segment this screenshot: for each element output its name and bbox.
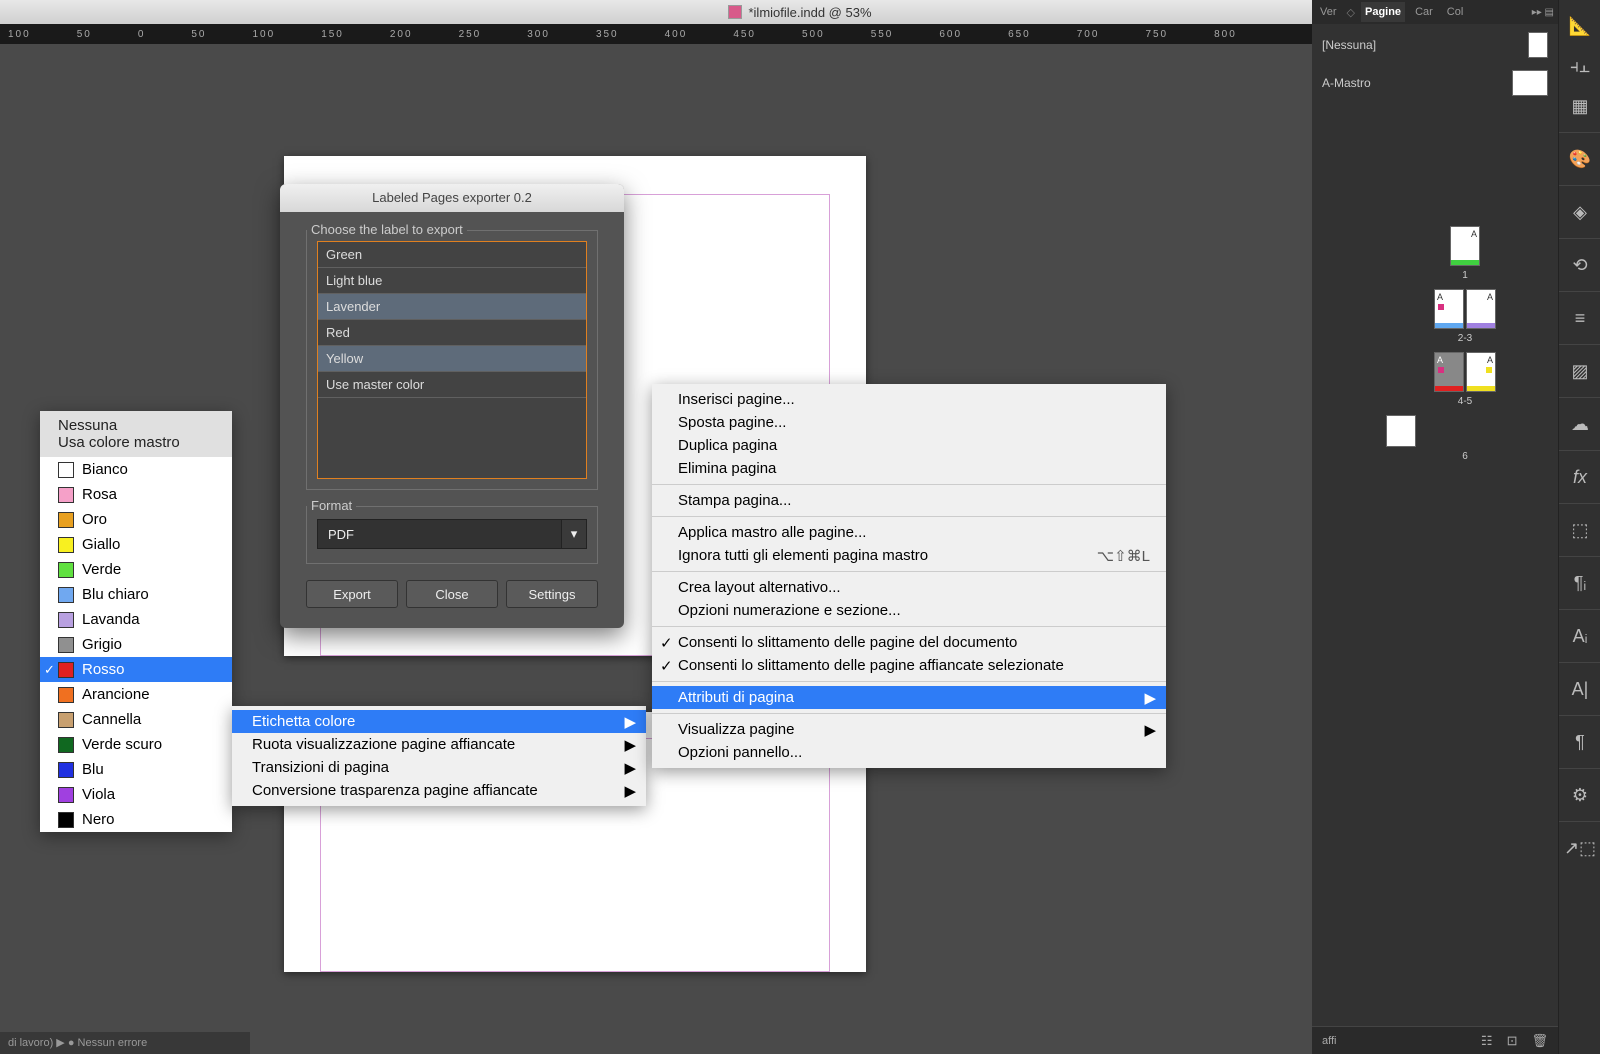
panel-expand-icon[interactable]: ▸▸ ▤ (1532, 7, 1554, 18)
label-row[interactable]: Green (318, 242, 586, 268)
page-thumb-2[interactable]: A (1434, 289, 1464, 329)
color-item[interactable]: Arancione (40, 682, 232, 707)
ctx-item[interactable]: ✓Consenti lo slittamento delle pagine de… (652, 631, 1166, 654)
panel-footer: affi ☷ ⊡ 🗑 (1312, 1026, 1558, 1054)
color-item[interactable]: Blu chiaro (40, 582, 232, 607)
stroke-icon[interactable]: ≡ (1559, 298, 1600, 338)
ctx-item[interactable]: Crea layout alternativo... (652, 576, 1166, 599)
master-a[interactable]: A-Mastro (1322, 70, 1548, 96)
edit-page-icon[interactable]: ☷ (1481, 1033, 1493, 1049)
page-thumb-1[interactable]: A (1450, 226, 1480, 266)
close-button[interactable]: Close (406, 580, 498, 608)
ctx-item[interactable]: Attributi di pagina▶ (652, 686, 1166, 709)
status-bar: di lavoro) ▶ ● Nessun errore (0, 1032, 250, 1054)
ctx-item[interactable]: Opzioni numerazione e sezione... (652, 599, 1166, 622)
fieldset-label: Choose the label to export (307, 222, 467, 237)
object-icon[interactable]: ⬚ (1559, 510, 1600, 550)
format-select[interactable]: PDF (317, 519, 587, 549)
ctx-item[interactable]: Opzioni pannello... (652, 741, 1166, 764)
tab-ver[interactable]: Ver (1316, 2, 1341, 22)
color-item[interactable]: Verde scuro (40, 732, 232, 757)
label-row[interactable]: Lavender (318, 294, 586, 320)
links-icon[interactable]: ⟲ (1559, 245, 1600, 285)
gradient-icon[interactable]: ▨ (1559, 351, 1600, 391)
export-icon[interactable]: ↗⬚ (1559, 828, 1600, 868)
ctx-item[interactable]: Ignora tutti gli elementi pagina mastro⌥… (652, 544, 1166, 567)
label-row[interactable]: Yellow (318, 346, 586, 372)
submenu-item[interactable]: Ruota visualizzazione pagine affiancate▶ (232, 733, 646, 756)
window-title: *ilmiofile.indd @ 53% (748, 5, 871, 20)
color-item[interactable]: Lavanda (40, 607, 232, 632)
ctx-item[interactable]: Applica mastro alle pagine... (652, 521, 1166, 544)
page-thumb-6[interactable] (1386, 415, 1416, 447)
ctx-item[interactable]: ✓Consenti lo slittamento delle pagine af… (652, 654, 1166, 677)
pages-panel: Ver ◇ Pagine Car Col ▸▸ ▤ [Nessuna] A-Ma… (1312, 0, 1558, 1054)
color-icon[interactable]: 🎨 (1559, 139, 1600, 179)
color-menu-header[interactable]: NessunaUsa colore mastro (40, 411, 232, 457)
color-item[interactable]: Grigio (40, 632, 232, 657)
delete-page-icon[interactable]: 🗑 (1531, 1033, 1548, 1049)
layers-icon[interactable]: ◈ (1559, 192, 1600, 232)
page-thumb-5[interactable]: A (1466, 352, 1496, 392)
paragraph-icon[interactable]: ¶ (1559, 722, 1600, 762)
labels-listbox[interactable]: GreenLight blueLavenderRedYellowUse mast… (317, 241, 587, 479)
color-item[interactable]: Blu (40, 757, 232, 782)
right-toolbar: 📐 ⫞⫠ ▦ 🎨 ◈ ⟲ ≡ ▨ ☁ fx ⬚ ¶ᵢ Aᵢ A| ¶ ⚙ ↗⬚ (1558, 0, 1600, 1054)
ctx-item[interactable]: Inserisci pagine... (652, 388, 1166, 411)
ctx-item[interactable]: Stampa pagina... (652, 489, 1166, 512)
panel-tabs: Ver ◇ Pagine Car Col ▸▸ ▤ (1312, 0, 1558, 24)
ctx-item[interactable]: Sposta pagine... (652, 411, 1166, 434)
exporter-dialog: Labeled Pages exporter 0.2 Choose the la… (280, 184, 624, 628)
grid-icon[interactable]: ▦ (1559, 86, 1600, 126)
cc-icon[interactable]: ☁ (1559, 404, 1600, 444)
tab-car[interactable]: Car (1411, 2, 1437, 22)
color-item[interactable]: Bianco (40, 457, 232, 482)
document-icon (728, 5, 742, 19)
page-thumb-3[interactable]: A (1466, 289, 1496, 329)
export-button[interactable]: Export (306, 580, 398, 608)
color-item[interactable]: Rosa (40, 482, 232, 507)
color-item[interactable]: Cannella (40, 707, 232, 732)
character-icon[interactable]: A| (1559, 669, 1600, 709)
color-item[interactable]: Verde (40, 557, 232, 582)
page-thumb-4[interactable]: A (1434, 352, 1464, 392)
char-styles-icon[interactable]: Aᵢ (1559, 616, 1600, 656)
color-item[interactable]: Oro (40, 507, 232, 532)
color-item[interactable]: Nero (40, 807, 232, 832)
color-item[interactable]: Rosso (40, 657, 232, 682)
fx-icon[interactable]: fx (1559, 457, 1600, 497)
ctx-item[interactable]: Elimina pagina (652, 457, 1166, 480)
ruler-icon[interactable]: 📐 (1559, 6, 1600, 46)
color-label-menu: NessunaUsa colore mastroBiancoRosaOroGia… (40, 411, 232, 832)
submenu-item[interactable]: Etichetta colore▶ (232, 710, 646, 733)
format-label: Format (307, 498, 356, 513)
color-item[interactable]: Viola (40, 782, 232, 807)
dialog-title: Labeled Pages exporter 0.2 (280, 184, 624, 212)
scripts-icon[interactable]: ⚙ (1559, 775, 1600, 815)
label-row[interactable]: Red (318, 320, 586, 346)
label-row[interactable]: Use master color (318, 372, 586, 398)
ctx-item[interactable]: Duplica pagina (652, 434, 1166, 457)
color-item[interactable]: Giallo (40, 532, 232, 557)
labels-fieldset: Choose the label to export GreenLight bl… (306, 230, 598, 490)
tab-col[interactable]: Col (1443, 2, 1468, 22)
master-none[interactable]: [Nessuna] (1322, 32, 1548, 58)
ctx-item[interactable]: Visualizza pagine▶ (652, 718, 1166, 741)
page-context-menu: Inserisci pagine...Sposta pagine...Dupli… (652, 384, 1166, 768)
tab-pagine[interactable]: Pagine (1361, 2, 1405, 22)
new-page-icon[interactable]: ⊡ (1507, 1033, 1518, 1049)
page-attributes-submenu: Etichetta colore▶Ruota visualizzazione p… (232, 706, 646, 806)
submenu-item[interactable]: Transizioni di pagina▶ (232, 756, 646, 779)
align-icon[interactable]: ⫞⫠ (1559, 46, 1600, 86)
label-row[interactable]: Light blue (318, 268, 586, 294)
paragraph-styles-icon[interactable]: ¶ᵢ (1559, 563, 1600, 603)
format-fieldset: Format PDF (306, 506, 598, 564)
settings-button[interactable]: Settings (506, 580, 598, 608)
submenu-item[interactable]: Conversione trasparenza pagine affiancat… (232, 779, 646, 802)
pages-thumbnails: A 1 A A 2-3 A A 4-5 6 (1312, 226, 1558, 462)
